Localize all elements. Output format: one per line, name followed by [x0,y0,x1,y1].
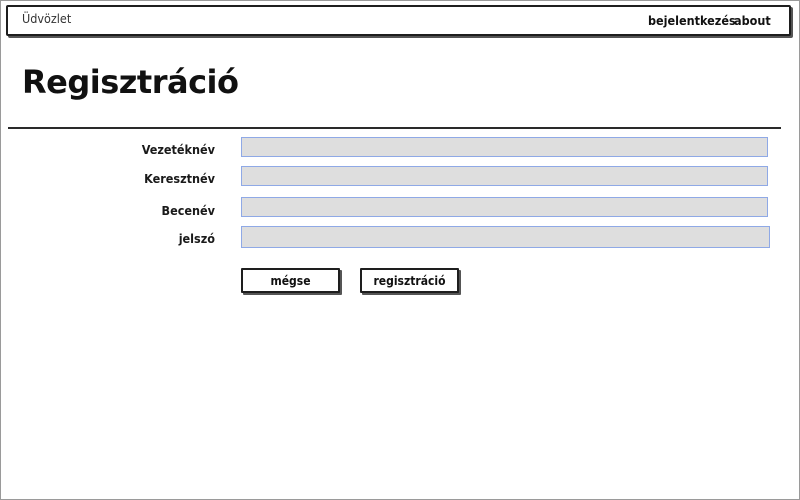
first-name-label: Keresztnév [144,171,215,186]
brand-text: Üdvözlet [22,11,72,26]
cancel-button[interactable]: mégse [241,268,340,293]
app-window: Üdvözlet bejelentkezés about Regisztráci… [0,0,800,500]
login-link[interactable]: bejelentkezés [648,13,736,28]
nickname-field[interactable] [241,197,768,217]
register-button[interactable]: regisztráció [360,268,459,293]
header-divider [8,127,781,129]
top-navigation-bar: Üdvözlet bejelentkezés about [6,5,791,36]
about-link[interactable]: about [734,13,771,28]
last-name-label: Vezetéknév [141,142,215,157]
page-title: Regisztráció [22,63,239,101]
nickname-label: Becenév [161,203,215,218]
first-name-field[interactable] [241,166,768,186]
password-field[interactable] [241,226,770,248]
last-name-field[interactable] [241,137,768,157]
password-label: jelszó [178,231,215,246]
